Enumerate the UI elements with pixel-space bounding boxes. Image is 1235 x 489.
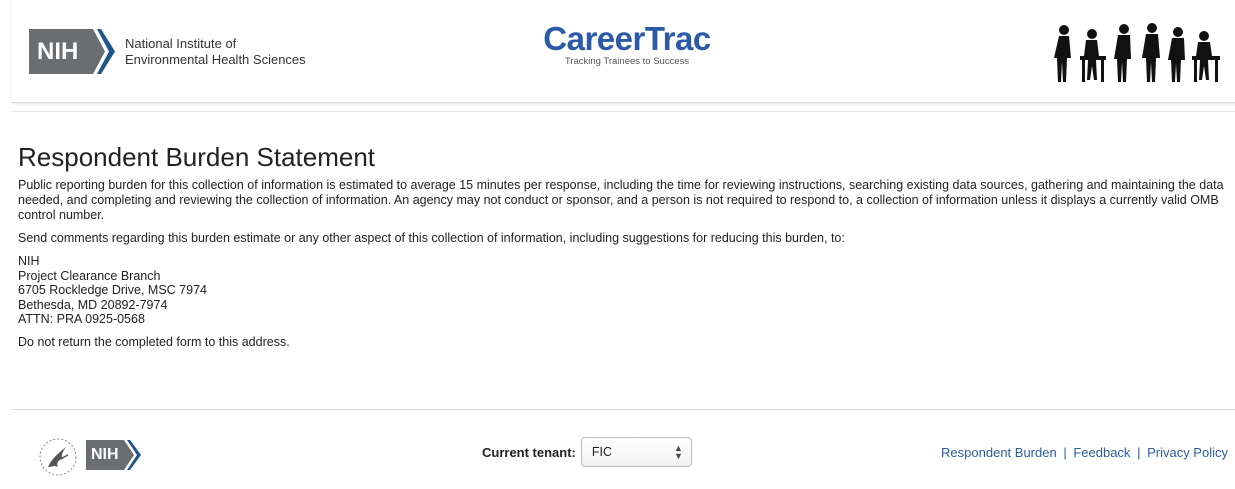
address-line: ATTN: PRA 0925-0568 — [18, 312, 145, 326]
nih-niehs-logo[interactable]: NIH National Institute of Environmental … — [29, 29, 306, 74]
tenant-selector: Current tenant: FIC ▲ ▼ — [482, 437, 692, 467]
site-header: NIH National Institute of Environmental … — [12, 0, 1235, 103]
site-footer: NIH Current tenant: FIC ▲ ▼ Respondent Bu… — [12, 409, 1235, 489]
address-line: NIH — [18, 254, 40, 268]
nih-footer-badge-text: NIH — [91, 446, 119, 463]
nih-footer-badge: NIH — [86, 440, 142, 470]
institute-line-1: National Institute of — [125, 35, 237, 51]
link-separator: | — [1137, 445, 1141, 460]
mailing-address: NIH Project Clearance Branch 6705 Rockle… — [18, 254, 1234, 327]
people-silhouettes-icon — [1054, 23, 1220, 82]
institute-name: National Institute of Environmental Heal… — [125, 36, 306, 68]
main-content: Respondent Burden Statement Public repor… — [12, 111, 1235, 399]
respondent-burden-link[interactable]: Respondent Burden — [941, 445, 1057, 460]
select-arrows-icon: ▲ ▼ — [673, 443, 683, 461]
comments-paragraph: Send comments regarding this burden esti… — [18, 231, 845, 245]
tenant-value: FIC — [591, 445, 613, 459]
careertrac-logo[interactable]: CareerTrac Tracking Trainees to Success — [542, 20, 712, 68]
nih-badge: NIH — [29, 29, 117, 74]
page-title: Respondent Burden Statement — [18, 142, 376, 172]
brand-title: CareerTrac — [543, 20, 711, 57]
tenant-select[interactable]: FIC ▲ ▼ — [580, 437, 692, 467]
footer-links: Respondent Burden | Feedback | Privacy P… — [941, 445, 1228, 460]
nih-badge-text: NIH — [37, 38, 79, 65]
address-line: 6705 Rockledge Drive, MSC 7974 — [18, 283, 207, 297]
brand-tagline: Tracking Trainees to Success — [564, 56, 690, 67]
institute-line-2: Environmental Health Sciences — [125, 51, 306, 67]
tenant-label: Current tenant: — [482, 444, 576, 460]
privacy-policy-link[interactable]: Privacy Policy — [1147, 445, 1228, 460]
burden-paragraph: Public reporting burden for this collect… — [18, 178, 1224, 222]
feedback-link[interactable]: Feedback — [1073, 445, 1130, 460]
address-line: Bethesda, MD 20892-7974 — [18, 297, 168, 312]
hhs-eagle-icon[interactable] — [38, 437, 78, 477]
do-not-return-note: Do not return the completed form to this… — [18, 334, 290, 349]
link-separator: | — [1063, 445, 1067, 460]
nih-footer-logo[interactable]: NIH — [86, 440, 142, 470]
address-line: Project Clearance Branch — [18, 268, 161, 283]
